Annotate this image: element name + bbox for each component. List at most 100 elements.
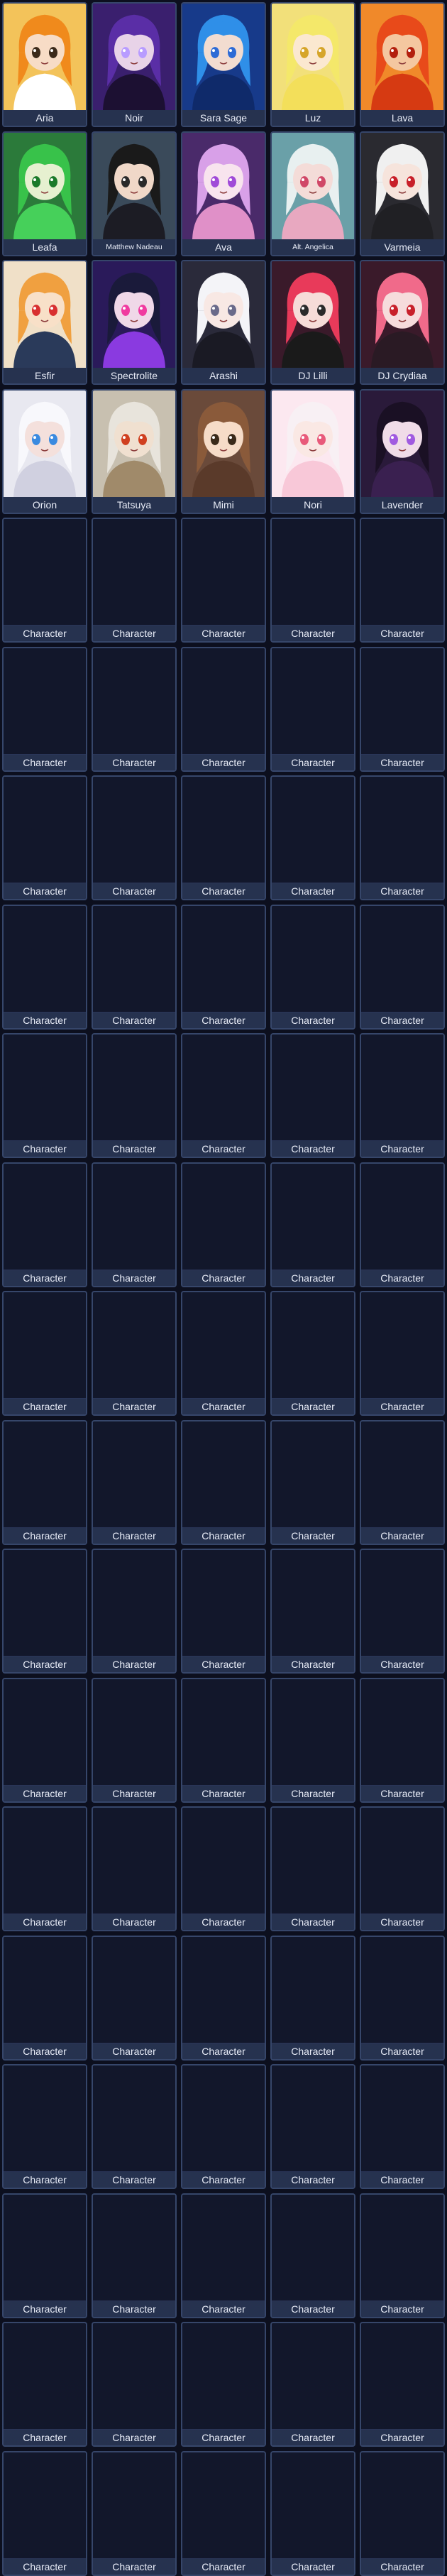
empty-character-slot[interactable]: Character: [270, 1935, 355, 2061]
empty-character-slot[interactable]: Character: [2, 2193, 87, 2318]
empty-character-slot[interactable]: Character: [92, 2064, 177, 2189]
empty-character-slot[interactable]: Character: [270, 1806, 355, 1931]
empty-character-slot[interactable]: Character: [92, 2322, 177, 2447]
empty-character-slot[interactable]: Character: [270, 1677, 355, 1803]
empty-character-slot[interactable]: Character: [270, 1549, 355, 1674]
empty-character-slot[interactable]: Character: [92, 775, 177, 900]
empty-character-slot[interactable]: Character: [181, 1806, 266, 1931]
empty-character-slot[interactable]: Character: [270, 518, 355, 643]
empty-character-slot[interactable]: Character: [360, 1419, 445, 1545]
empty-character-slot[interactable]: Character: [2, 1677, 87, 1803]
character-slot-lava[interactable]: Lava: [360, 2, 445, 127]
empty-character-slot[interactable]: Character: [181, 1291, 266, 1416]
empty-character-slot[interactable]: Character: [2, 1033, 87, 1158]
empty-character-slot[interactable]: Character: [2, 1162, 87, 1287]
empty-character-slot[interactable]: Character: [360, 1033, 445, 1158]
empty-character-slot[interactable]: Character: [360, 1677, 445, 1803]
empty-character-slot[interactable]: Character: [181, 2193, 266, 2318]
empty-character-slot[interactable]: Character: [92, 1549, 177, 1674]
empty-character-slot[interactable]: Character: [360, 1935, 445, 2061]
empty-character-slot[interactable]: Character: [92, 1162, 177, 1287]
empty-character-slot[interactable]: Character: [270, 1162, 355, 1287]
empty-character-slot[interactable]: Character: [181, 1549, 266, 1674]
empty-character-slot[interactable]: Character: [92, 1935, 177, 2061]
empty-character-slot[interactable]: Character: [270, 1419, 355, 1545]
empty-character-slot[interactable]: Character: [2, 2450, 87, 2576]
empty-character-slot[interactable]: Character: [92, 1033, 177, 1158]
empty-character-slot[interactable]: Character: [2, 2064, 87, 2189]
empty-character-slot[interactable]: Character: [2, 1935, 87, 2061]
empty-character-slot[interactable]: Character: [181, 2322, 266, 2447]
empty-character-slot[interactable]: Character: [270, 2450, 355, 2576]
empty-character-slot[interactable]: Character: [92, 1291, 177, 1416]
character-slot-dj-lilli[interactable]: DJ Lilli: [270, 260, 355, 385]
character-slot-orion[interactable]: Orion: [2, 388, 87, 514]
character-slot-varmeia[interactable]: Varmeia: [360, 131, 445, 256]
character-slot-sara-sage[interactable]: Sara Sage: [181, 2, 266, 127]
empty-character-slot[interactable]: Character: [270, 904, 355, 1030]
empty-character-slot[interactable]: Character: [360, 2450, 445, 2576]
empty-character-slot[interactable]: Character: [92, 2193, 177, 2318]
empty-character-slot[interactable]: Character: [270, 775, 355, 900]
empty-character-slot[interactable]: Character: [181, 1935, 266, 2061]
empty-character-slot[interactable]: Character: [360, 518, 445, 643]
character-slot-luz[interactable]: Luz: [270, 2, 355, 127]
empty-character-slot[interactable]: Character: [360, 1291, 445, 1416]
empty-character-slot[interactable]: Character: [360, 1549, 445, 1674]
empty-character-slot[interactable]: Character: [360, 1806, 445, 1931]
empty-character-slot[interactable]: Character: [181, 775, 266, 900]
empty-character-slot[interactable]: Character: [2, 1419, 87, 1545]
empty-character-slot[interactable]: Character: [2, 518, 87, 643]
character-slot-noir[interactable]: Noir: [92, 2, 177, 127]
empty-character-slot[interactable]: Character: [181, 1419, 266, 1545]
empty-character-slot[interactable]: Character: [92, 646, 177, 772]
empty-character-slot[interactable]: Character: [360, 1162, 445, 1287]
empty-character-slot[interactable]: Character: [360, 775, 445, 900]
character-slot-alt-angelica[interactable]: Alt. Angelica: [270, 131, 355, 256]
empty-character-slot[interactable]: Character: [181, 1162, 266, 1287]
character-slot-dj-crydiaa[interactable]: DJ Crydiaa: [360, 260, 445, 385]
character-slot-esfir[interactable]: Esfir: [2, 260, 87, 385]
empty-character-slot[interactable]: Character: [2, 1806, 87, 1931]
character-slot-lavender[interactable]: Lavender: [360, 388, 445, 514]
character-slot-mimi[interactable]: Mimi: [181, 388, 266, 514]
empty-character-slot[interactable]: Character: [181, 646, 266, 772]
empty-character-slot[interactable]: Character: [92, 1677, 177, 1803]
character-slot-ava[interactable]: Ava: [181, 131, 266, 256]
empty-character-slot[interactable]: Character: [181, 904, 266, 1030]
character-slot-leafa[interactable]: Leafa: [2, 131, 87, 256]
character-slot-aria[interactable]: Aria: [2, 2, 87, 127]
empty-character-slot[interactable]: Character: [360, 2193, 445, 2318]
character-slot-tatsuya[interactable]: Tatsuya: [92, 388, 177, 514]
empty-character-slot[interactable]: Character: [92, 1419, 177, 1545]
empty-character-slot[interactable]: Character: [360, 904, 445, 1030]
empty-character-slot[interactable]: Character: [2, 2322, 87, 2447]
empty-character-slot[interactable]: Character: [92, 2450, 177, 2576]
empty-character-slot[interactable]: Character: [2, 1549, 87, 1674]
empty-character-slot[interactable]: Character: [360, 646, 445, 772]
empty-character-slot[interactable]: Character: [92, 518, 177, 643]
character-slot-nori[interactable]: Nori: [270, 388, 355, 514]
empty-character-slot[interactable]: Character: [270, 1291, 355, 1416]
empty-character-slot[interactable]: Character: [181, 518, 266, 643]
empty-character-slot[interactable]: Character: [181, 2064, 266, 2189]
empty-character-slot[interactable]: Character: [270, 1033, 355, 1158]
character-slot-matthew-nadeau[interactable]: Matthew Nadeau: [92, 131, 177, 256]
empty-character-slot[interactable]: Character: [92, 1806, 177, 1931]
empty-character-slot[interactable]: Character: [181, 1033, 266, 1158]
empty-character-slot[interactable]: Character: [270, 2322, 355, 2447]
empty-character-slot[interactable]: Character: [2, 775, 87, 900]
character-slot-spectrolite[interactable]: Spectrolite: [92, 260, 177, 385]
empty-character-slot[interactable]: Character: [92, 904, 177, 1030]
empty-character-slot[interactable]: Character: [270, 2064, 355, 2189]
empty-character-slot[interactable]: Character: [270, 2193, 355, 2318]
empty-character-slot[interactable]: Character: [360, 2064, 445, 2189]
empty-character-slot[interactable]: Character: [360, 2322, 445, 2447]
empty-character-slot[interactable]: Character: [181, 2450, 266, 2576]
empty-character-slot[interactable]: Character: [2, 904, 87, 1030]
empty-character-slot[interactable]: Character: [2, 1291, 87, 1416]
empty-character-slot[interactable]: Character: [2, 646, 87, 772]
empty-character-slot[interactable]: Character: [181, 1677, 266, 1803]
character-slot-arashi[interactable]: Arashi: [181, 260, 266, 385]
empty-character-slot[interactable]: Character: [270, 646, 355, 772]
